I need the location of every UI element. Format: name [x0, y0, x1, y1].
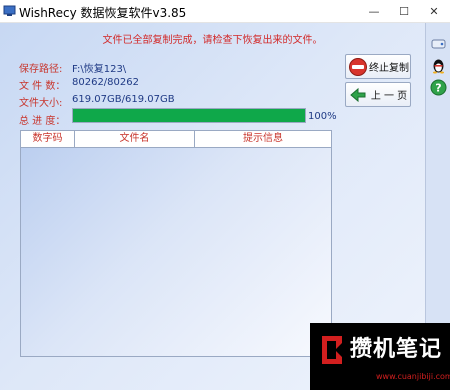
close-button[interactable]: ✕: [419, 0, 449, 22]
save-path-value: F:\恢复123\: [72, 64, 127, 75]
column-header-filename[interactable]: 文件名: [75, 131, 195, 147]
progress-percent: 100%: [308, 111, 337, 122]
progress-fill: [73, 109, 305, 122]
file-size-value: 619.07GB/619.07GB: [72, 94, 175, 105]
drive-icon[interactable]: [430, 35, 447, 52]
watermark-logo-icon: [322, 336, 342, 364]
file-count-value: 80262/80262: [72, 77, 139, 88]
status-message: 文件已全部复制完成，请检查下恢复出来的文件。: [102, 35, 323, 46]
title-bar: WishRecy 数据恢复软件v3.85 — ☐ ✕: [0, 0, 450, 23]
file-size-label: 文件大小:: [19, 98, 63, 109]
save-path-label: 保存路径:: [19, 64, 63, 75]
column-header-info[interactable]: 提示信息: [195, 131, 331, 147]
file-count-label: 文 件 数：: [19, 81, 66, 92]
column-header-code[interactable]: 数字码: [21, 131, 75, 147]
app-icon: [3, 5, 16, 16]
file-table[interactable]: 数字码 文件名 提示信息: [20, 130, 332, 357]
svg-text:?: ?: [435, 82, 441, 95]
previous-page-label: 上 一 页: [370, 91, 408, 102]
previous-page-button[interactable]: 上 一 页: [345, 82, 411, 107]
maximize-button[interactable]: ☐: [389, 0, 419, 22]
window-title: WishRecy 数据恢复软件v3.85: [19, 6, 187, 20]
progress-label: 总 进 度：: [19, 116, 66, 127]
stop-copy-label: 终止复制: [369, 63, 409, 74]
help-icon[interactable]: ?: [430, 79, 447, 96]
watermark-text: 攒机笔记: [350, 337, 443, 362]
arrow-left-icon: [350, 87, 366, 102]
table-header: 数字码 文件名 提示信息: [21, 131, 331, 148]
stop-copy-button[interactable]: 终止复制: [345, 54, 411, 79]
qq-penguin-icon[interactable]: [430, 57, 447, 74]
watermark: 攒机笔记 www.cuanjibiji.com: [310, 323, 450, 390]
progress-bar: [72, 108, 306, 123]
minimize-button[interactable]: —: [359, 0, 389, 22]
stop-icon: [349, 57, 367, 76]
watermark-url: www.cuanjibiji.com: [376, 372, 450, 381]
